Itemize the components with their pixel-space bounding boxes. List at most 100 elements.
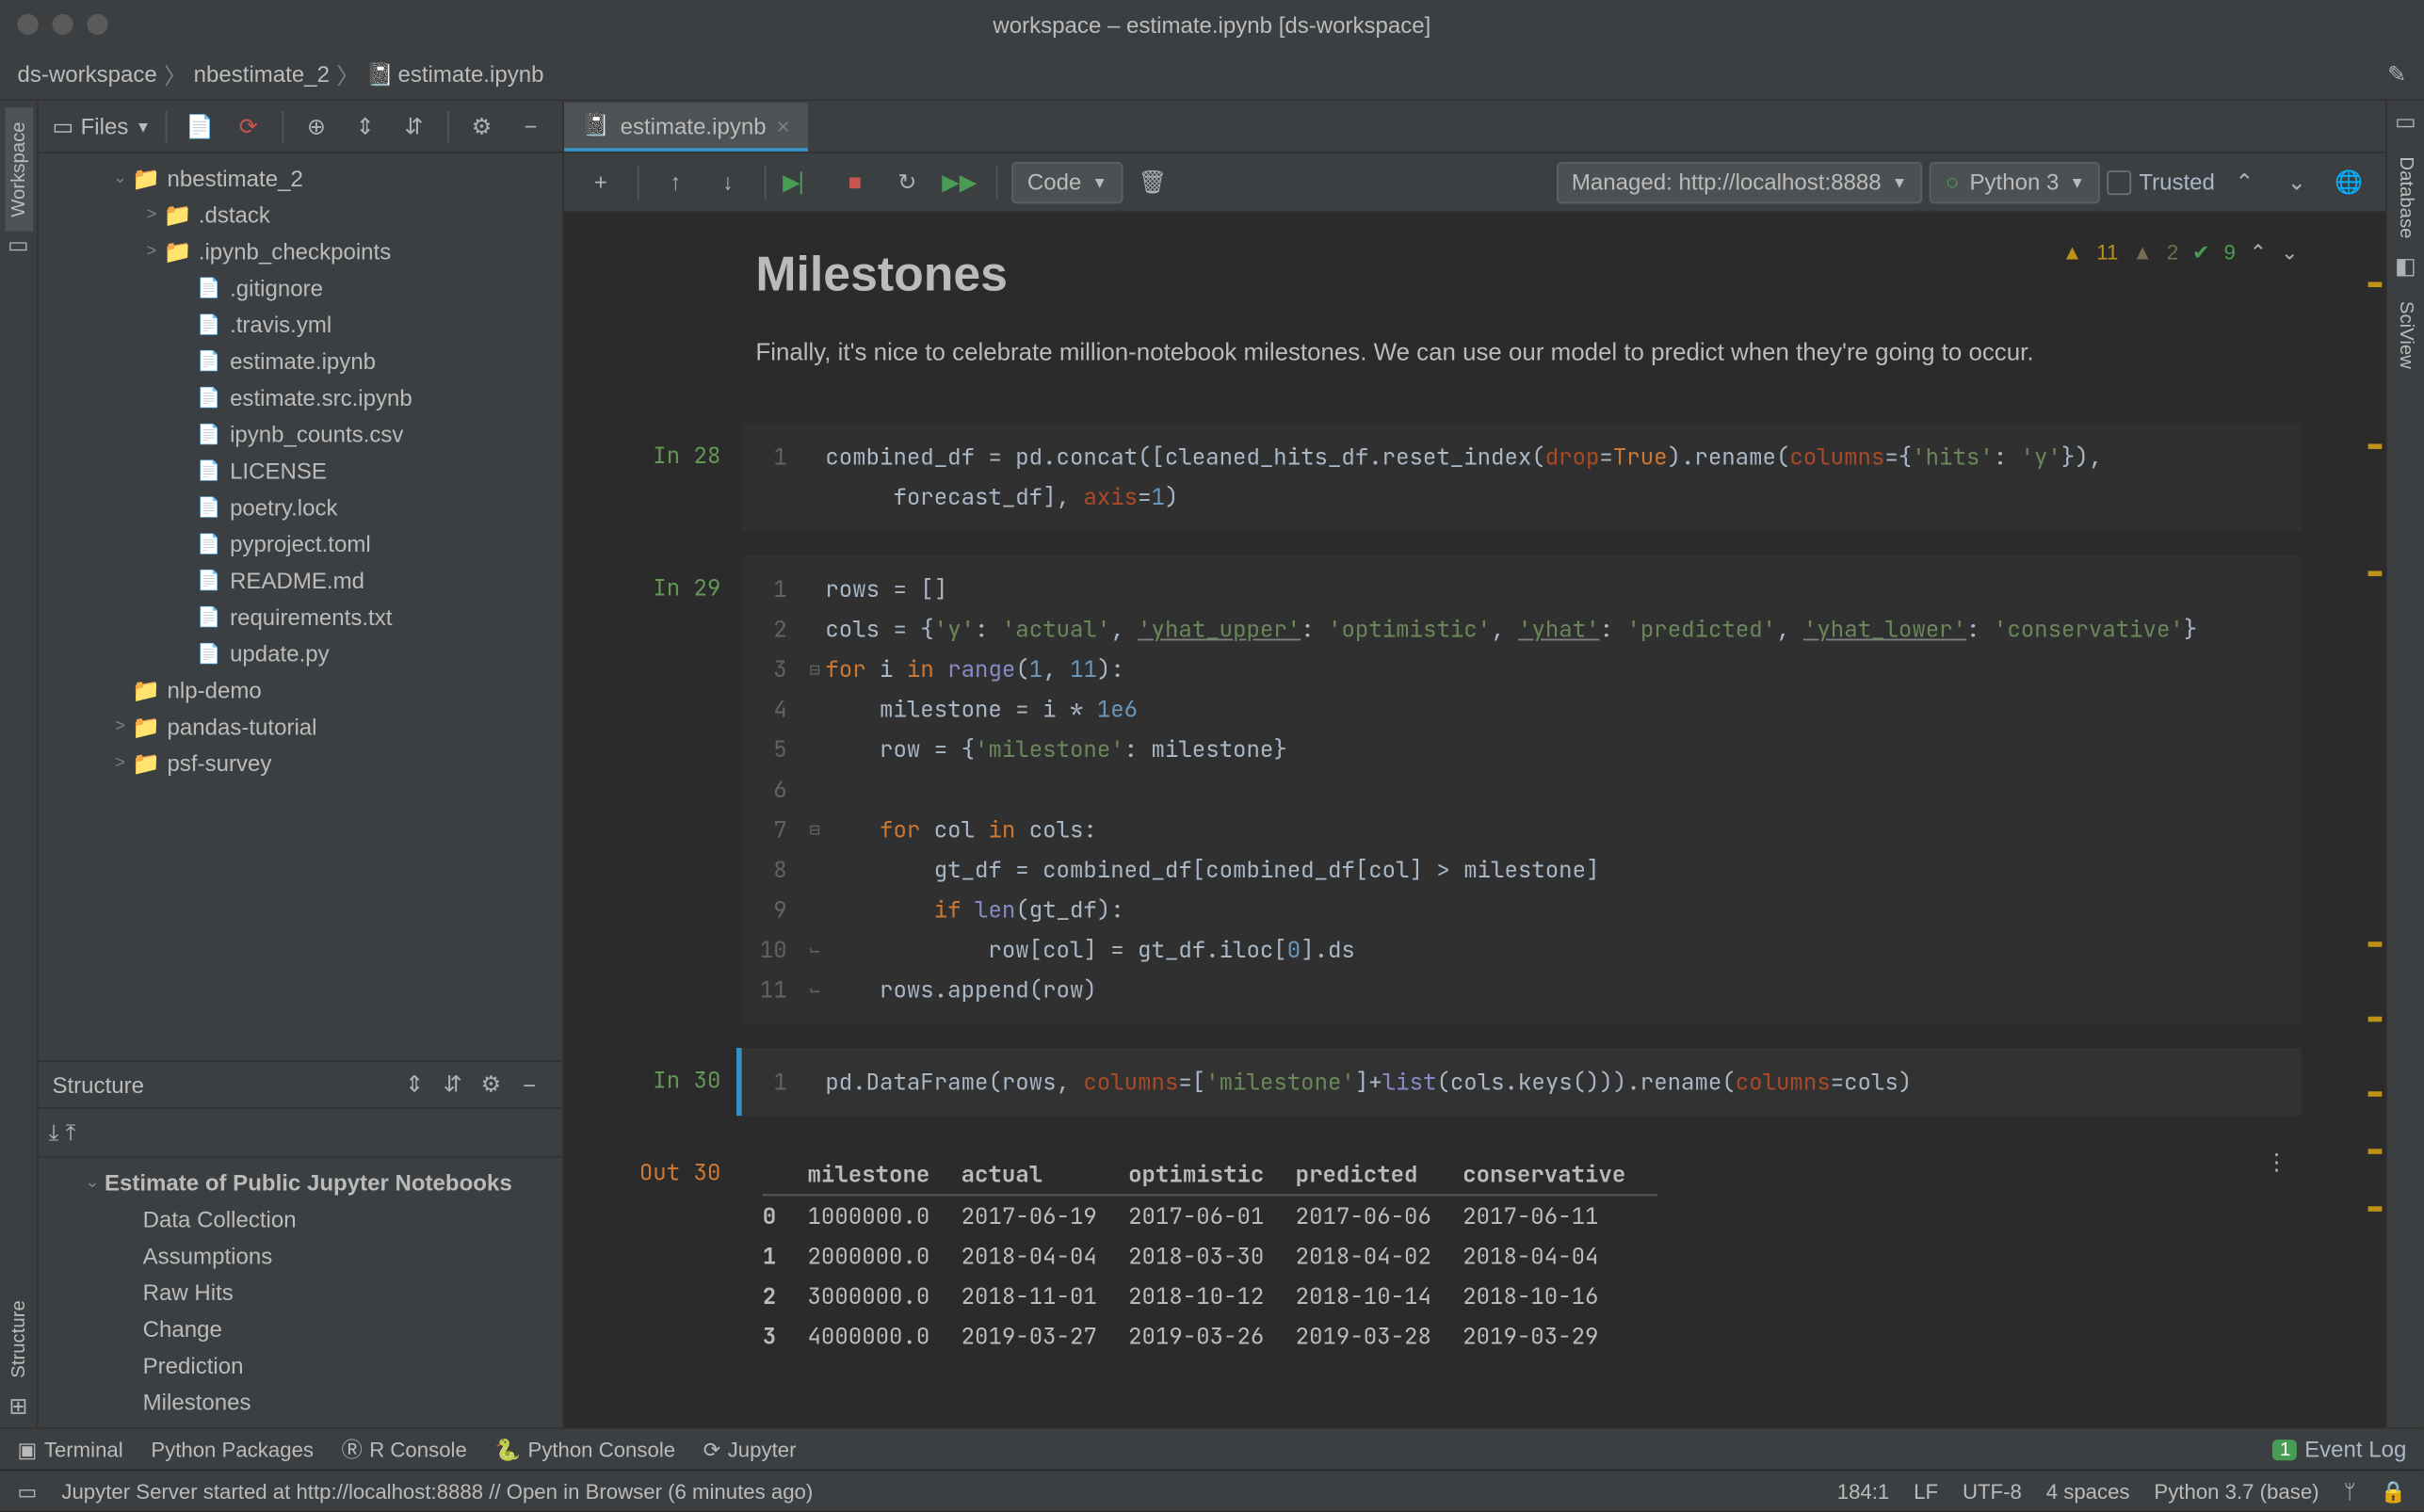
expand-icon[interactable]: ⇕	[346, 107, 384, 146]
tree-file-requirements-txt[interactable]: 📄requirements.txt	[39, 599, 563, 635]
structure-item-prediction[interactable]: Prediction	[39, 1347, 563, 1384]
structure-item-change[interactable]: Change	[39, 1311, 563, 1347]
globe-icon[interactable]: 🌐	[2326, 159, 2371, 204]
run-all-icon[interactable]: ▶▶	[937, 159, 982, 204]
managed-server-dropdown[interactable]: Managed: http://localhost:8888▼	[1556, 161, 1923, 202]
error-stripe	[2368, 282, 2383, 1264]
structure-item-milestones[interactable]: Milestones	[39, 1384, 563, 1421]
autoscroll-from-icon[interactable]: ⤒	[66, 1118, 76, 1147]
window-title: workspace – estimate.ipynb [ds-workspace…	[993, 11, 1430, 38]
tree-file-README-md[interactable]: 📄README.md	[39, 562, 563, 599]
files-selector[interactable]: ▭Files▼	[52, 112, 151, 140]
breadcrumb-file[interactable]: estimate.ipynb	[397, 61, 543, 88]
notebook-body[interactable]: ▲11 ▲2 ✔9 ⌃ ⌄ Milestones Finally, it's n…	[564, 213, 2385, 1428]
close-window-icon[interactable]	[17, 14, 38, 35]
table-row: 12000000.02018-04-042018-03-302018-04-02…	[763, 1236, 1657, 1277]
move-down-icon[interactable]: ↓	[705, 159, 751, 204]
trusted-checkbox[interactable]	[2108, 169, 2132, 194]
tree-file--gitignore[interactable]: 📄.gitignore	[39, 270, 563, 307]
event-log-tab[interactable]: 1Event Log	[2273, 1436, 2407, 1462]
python-console-tab[interactable]: 🐍Python Console	[494, 1437, 675, 1461]
structure-settings-icon[interactable]: ⚙	[472, 1066, 510, 1104]
folder-icon[interactable]: ▭	[5, 232, 33, 260]
code-cell-29[interactable]: In 29 1rows = [] 2cols = {'y': 'actual',…	[564, 555, 2316, 1023]
sciview-icon[interactable]: ◧	[2392, 252, 2420, 281]
tree-folder--ipynb_checkpoints[interactable]: >📁.ipynb_checkpoints	[39, 233, 563, 270]
markdown-cell[interactable]: Milestones Finally, it's nice to celebra…	[564, 248, 2316, 371]
editor-tab-estimate[interactable]: 📓 estimate.ipynb ×	[564, 103, 807, 152]
terminal-tab[interactable]: ▣Terminal	[17, 1437, 122, 1461]
refresh-icon[interactable]: ⟳	[229, 107, 267, 146]
python-icon: 🐍	[494, 1437, 521, 1461]
prev-issue-icon[interactable]: ⌃	[2250, 240, 2268, 265]
autoscroll-icon[interactable]: ⤓	[49, 1118, 59, 1147]
structure-item-assumptions[interactable]: Assumptions	[39, 1238, 563, 1275]
tree-file-update-py[interactable]: 📄update.py	[39, 635, 563, 672]
indent[interactable]: 4 spaces	[2046, 1479, 2130, 1504]
r-console-tab[interactable]: ⓇR Console	[342, 1435, 467, 1464]
structure-tab[interactable]: Structure	[5, 1287, 33, 1392]
run-cell-icon[interactable]: ▶⎸	[780, 159, 825, 204]
jupyter-tab[interactable]: ⟳Jupyter	[703, 1437, 797, 1461]
minimize-panel-icon[interactable]: −	[511, 107, 550, 146]
diagnostics-status[interactable]: ▲11 ▲2 ✔9 ⌃ ⌄	[2062, 240, 2299, 265]
database-icon[interactable]: ▭	[2392, 108, 2420, 137]
notebook-icon: 📓	[582, 111, 610, 139]
structure-item-raw-hits[interactable]: Raw Hits	[39, 1274, 563, 1311]
tree-file-LICENSE[interactable]: 📄LICENSE	[39, 453, 563, 490]
structure-header: Structure ⇕ ⇵ ⚙ −	[39, 1060, 563, 1109]
stop-icon[interactable]: ■	[832, 159, 878, 204]
minimize-structure-icon[interactable]: −	[510, 1066, 549, 1104]
workspace-tab[interactable]: Workspace	[5, 108, 33, 232]
interpreter-status[interactable]: Python 3.7 (base)	[2154, 1479, 2319, 1504]
tree-file-pyproject-toml[interactable]: 📄pyproject.toml	[39, 525, 563, 562]
sciview-tab[interactable]: SciView	[2392, 287, 2420, 383]
tree-file-estimate-ipynb[interactable]: 📄estimate.ipynb	[39, 343, 563, 379]
interpreter-dropdown[interactable]: ○Python 3▼	[1930, 161, 2100, 202]
structure-item-data-collection[interactable]: Data Collection	[39, 1201, 563, 1238]
cell-type-dropdown[interactable]: Code▼	[1011, 161, 1123, 202]
structure-root[interactable]: ⌄Estimate of Public Jupyter Notebooks	[39, 1165, 563, 1201]
move-up-icon[interactable]: ↑	[653, 159, 698, 204]
breadcrumb-project[interactable]: ds-workspace	[17, 61, 156, 88]
tree-folder-psf-survey[interactable]: >📁psf-survey	[39, 745, 563, 781]
target-icon[interactable]: ⊕	[298, 107, 336, 146]
close-tab-icon[interactable]: ×	[777, 112, 790, 138]
structure-icon[interactable]: ⊞	[5, 1392, 33, 1421]
lock-icon[interactable]: 🔒	[2381, 1479, 2407, 1504]
collapse-all-icon[interactable]: ⇵	[433, 1066, 472, 1104]
tree-file-poetry-lock[interactable]: 📄poetry.lock	[39, 490, 563, 526]
restart-icon[interactable]: ↻	[884, 159, 929, 204]
line-ending[interactable]: LF	[1914, 1479, 1938, 1504]
python-packages-tab[interactable]: Python Packages	[151, 1437, 314, 1461]
minimize-window-icon[interactable]	[52, 14, 73, 35]
tree-file-estimate-src-ipynb[interactable]: 📄estimate.src.ipynb	[39, 379, 563, 416]
code-cell-30[interactable]: In 30 1pd.DataFrame(rows, columns=['mile…	[564, 1048, 2316, 1116]
tree-folder-pandas-tutorial[interactable]: >📁pandas-tutorial	[39, 709, 563, 746]
tree-file-ipynb_counts-csv[interactable]: 📄ipynb_counts.csv	[39, 416, 563, 453]
code-cell-28[interactable]: In 28 1combined_df = pd.concat([cleaned_…	[564, 423, 2316, 531]
branch-icon[interactable]: ᛘ	[2343, 1479, 2355, 1504]
database-tab[interactable]: Database	[2392, 143, 2420, 253]
output-more-icon[interactable]: ⋮	[2266, 1147, 2288, 1176]
tree-folder-root[interactable]: ⌄📁nbestimate_2	[39, 160, 563, 197]
maximize-window-icon[interactable]	[87, 14, 107, 35]
breadcrumb-folder[interactable]: nbestimate_2	[194, 61, 330, 88]
delete-cell-icon[interactable]: 🗑	[1130, 159, 1175, 204]
edit-icon[interactable]: ✎	[2387, 60, 2406, 88]
structure-toolbar: ⤓ ⤒	[39, 1109, 563, 1158]
chevron-up-icon[interactable]: ⌃	[2222, 159, 2267, 204]
tree-folder--dstack[interactable]: >📁.dstack	[39, 197, 563, 233]
tree-file--travis-yml[interactable]: 📄.travis.yml	[39, 306, 563, 343]
add-cell-icon[interactable]: +	[578, 159, 623, 204]
encoding[interactable]: UTF-8	[1963, 1479, 2022, 1504]
settings-icon[interactable]: ⚙	[462, 107, 501, 146]
expand-all-icon[interactable]: ⇕	[396, 1066, 434, 1104]
collapse-icon[interactable]: ⇵	[395, 107, 433, 146]
cursor-position[interactable]: 184:1	[1837, 1479, 1890, 1504]
tree-folder-nlp-demo[interactable]: 📁nlp-demo	[39, 672, 563, 709]
new-file-icon[interactable]: 📄	[181, 107, 219, 146]
chevron-down-icon[interactable]: ⌄	[2274, 159, 2319, 204]
check-icon: ✔	[2192, 240, 2210, 265]
next-issue-icon[interactable]: ⌄	[2281, 240, 2299, 265]
